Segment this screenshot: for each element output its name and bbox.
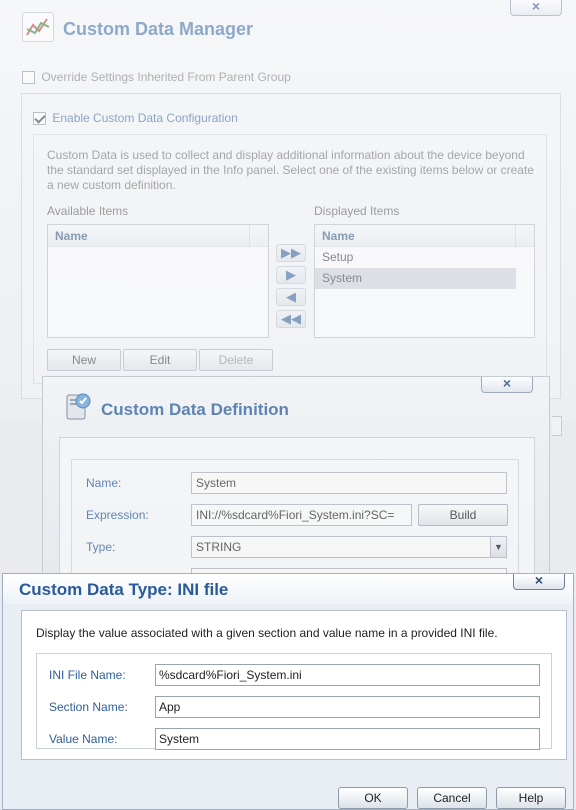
displayed-items-list[interactable]: Name Setup System bbox=[314, 224, 535, 338]
hidden-button-edge bbox=[552, 416, 562, 436]
move-all-right-button[interactable]: ▶▶ bbox=[276, 244, 306, 262]
ini-close-button[interactable]: × bbox=[513, 572, 565, 590]
section-name-label: Section Name: bbox=[49, 700, 128, 714]
expression-field[interactable]: INI://%sdcard%Fiori_System.ini?SC= bbox=[191, 504, 412, 526]
manager-title: Custom Data Manager bbox=[63, 19, 254, 39]
name-field[interactable]: System bbox=[191, 472, 507, 494]
list-item[interactable]: System bbox=[315, 268, 516, 289]
ini-dialog-title: Custom Data Type: INI file bbox=[19, 580, 229, 599]
cancel-button[interactable]: Cancel bbox=[417, 787, 487, 809]
enable-checkbox[interactable] bbox=[33, 112, 46, 126]
manager-description: Custom Data is used to collect and displ… bbox=[47, 148, 534, 192]
dropdown-arrow-icon[interactable]: ▼ bbox=[490, 537, 506, 557]
edit-button[interactable]: Edit bbox=[123, 349, 197, 371]
ini-file-name-input[interactable]: %sdcard%Fiori_System.ini bbox=[155, 664, 540, 686]
ini-dialog-titlebar: Custom Data Type: INI file bbox=[3, 574, 573, 604]
value-name-label: Value Name: bbox=[49, 732, 118, 746]
build-button[interactable]: Build bbox=[418, 504, 508, 526]
type-label: Type: bbox=[86, 540, 116, 554]
type-select[interactable]: STRING ▼ bbox=[191, 536, 507, 558]
move-right-button[interactable]: ▶ bbox=[276, 266, 306, 284]
custom-data-definition-dialog: × Custom Data Definition Name: System Ex… bbox=[42, 375, 550, 577]
ini-file-dialog: Custom Data Type: INI file × Display the… bbox=[2, 573, 574, 810]
ini-content-panel: Display the value associated with a give… bbox=[21, 610, 567, 760]
type-select-value: STRING bbox=[196, 540, 242, 554]
definition-title: Custom Data Definition bbox=[101, 400, 289, 419]
close-icon: × bbox=[531, 0, 541, 14]
enable-checkbox-row[interactable]: Enable Custom Data Configuration bbox=[33, 111, 238, 126]
transfer-buttons: ▶▶ ▶ ◀ ◀◀ bbox=[276, 244, 308, 334]
delete-button[interactable]: Delete bbox=[199, 349, 273, 371]
override-checkbox-row[interactable]: Override Settings Inherited From Parent … bbox=[22, 70, 291, 85]
move-all-left-button[interactable]: ◀◀ bbox=[276, 310, 306, 328]
ini-description: Display the value associated with a give… bbox=[36, 626, 498, 640]
new-button[interactable]: New bbox=[47, 349, 121, 371]
section-name-input[interactable]: App bbox=[155, 696, 540, 718]
available-items-list[interactable]: Name bbox=[47, 224, 269, 338]
list-item[interactable]: Setup bbox=[315, 247, 534, 268]
definition-close-button[interactable]: × bbox=[481, 375, 533, 393]
arrow-left-icon: ◀ bbox=[286, 289, 296, 304]
override-label: Override Settings Inherited From Parent … bbox=[41, 70, 291, 84]
available-name-column[interactable]: Name bbox=[48, 225, 268, 247]
available-items-label: Available Items bbox=[47, 204, 129, 218]
manager-close-button[interactable]: × bbox=[510, 0, 562, 16]
definition-icon bbox=[63, 391, 93, 423]
displayed-items-label: Displayed Items bbox=[314, 204, 400, 218]
ini-file-name-label: INI File Name: bbox=[49, 668, 126, 682]
arrow-right-all-icon: ▶▶ bbox=[281, 245, 301, 260]
custom-data-manager-dialog: × Custom Data Manager Override Settings … bbox=[0, 0, 576, 420]
value-name-input[interactable]: System bbox=[155, 728, 540, 750]
name-label: Name: bbox=[86, 476, 122, 490]
move-left-button[interactable]: ◀ bbox=[276, 288, 306, 306]
ok-button[interactable]: OK bbox=[338, 787, 408, 809]
ini-fields-group: INI File Name: %sdcard%Fiori_System.ini … bbox=[36, 653, 552, 750]
close-icon: × bbox=[502, 375, 512, 391]
arrow-right-icon: ▶ bbox=[286, 267, 296, 282]
close-icon: × bbox=[534, 572, 544, 588]
arrow-left-all-icon: ◀◀ bbox=[281, 311, 301, 326]
expression-label: Expression: bbox=[86, 508, 149, 522]
override-checkbox[interactable] bbox=[22, 71, 35, 85]
displayed-name-column[interactable]: Name bbox=[315, 225, 534, 247]
enable-label: Enable Custom Data Configuration bbox=[52, 111, 238, 125]
help-button[interactable]: Help bbox=[496, 787, 566, 809]
chart-icon bbox=[22, 12, 54, 42]
